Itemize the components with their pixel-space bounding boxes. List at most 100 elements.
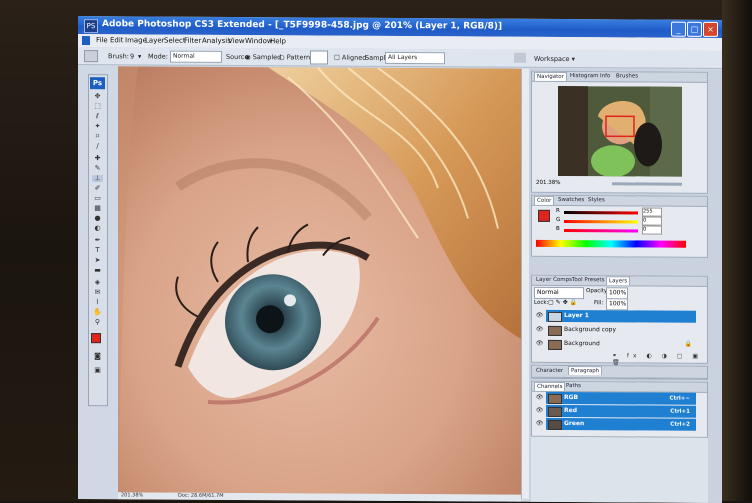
- layer-row[interactable]: Background 🔒: [546, 338, 696, 351]
- zoom-tool-icon[interactable]: ⚲: [92, 318, 103, 326]
- tab-color[interactable]: Color: [534, 195, 555, 205]
- shape-tool-icon[interactable]: ▬: [92, 266, 103, 274]
- visibility-eye-icon[interactable]: 👁: [535, 392, 544, 404]
- minimize-button[interactable]: _: [671, 21, 686, 37]
- menu-window[interactable]: Window: [245, 37, 273, 45]
- navigator-zoom-value[interactable]: 201.38%: [536, 180, 560, 186]
- channel-row[interactable]: Green Ctrl+2: [546, 417, 696, 431]
- visibility-eye-icon[interactable]: 👁: [535, 418, 544, 430]
- lasso-tool-icon[interactable]: ℓ: [92, 112, 103, 120]
- magic-wand-tool-icon[interactable]: ✦: [92, 122, 103, 130]
- lock-icons[interactable]: ▢✎✥🔒: [548, 299, 579, 306]
- aligned-checkbox[interactable]: ☐ Aligned: [334, 54, 366, 62]
- visibility-eye-icon[interactable]: 👁: [535, 310, 544, 322]
- brush-dropdown-icon[interactable]: ▾: [138, 52, 141, 60]
- history-brush-tool-icon[interactable]: ✐: [92, 184, 103, 192]
- dodge-tool-icon[interactable]: ◐: [92, 224, 103, 232]
- tab-layers[interactable]: Layers: [606, 276, 631, 286]
- color-spectrum-ramp[interactable]: [536, 239, 686, 248]
- menu-file[interactable]: File: [96, 36, 108, 44]
- move-tool-icon[interactable]: ✥: [92, 92, 103, 100]
- tab-swatches[interactable]: Swatches: [556, 197, 586, 203]
- eraser-tool-icon[interactable]: ▭: [92, 194, 103, 202]
- pen-tool-icon[interactable]: ✒: [92, 236, 103, 244]
- tab-paragraph[interactable]: Paragraph: [568, 366, 603, 376]
- notes-tool-icon[interactable]: ✉: [92, 288, 103, 296]
- menu-help[interactable]: Help: [270, 37, 286, 45]
- menu-view[interactable]: View: [228, 37, 245, 45]
- tab-tool-presets[interactable]: Tool Presets: [570, 277, 606, 283]
- tab-info[interactable]: Info: [598, 73, 612, 79]
- layer-row[interactable]: Layer 1: [546, 309, 696, 323]
- marquee-tool-icon[interactable]: ⬚: [92, 102, 103, 110]
- menu-analysis[interactable]: Analysis: [202, 37, 231, 45]
- r-slider[interactable]: [564, 211, 638, 215]
- status-doc-size[interactable]: Doc: 28.6M/61.7M: [178, 493, 224, 499]
- brush-tool-icon[interactable]: ✎: [92, 164, 103, 172]
- tab-paths[interactable]: Paths: [564, 383, 583, 389]
- navigator-zoom-slider[interactable]: [612, 182, 682, 186]
- pattern-swatch[interactable]: [310, 50, 328, 65]
- path-selection-tool-icon[interactable]: ➤: [92, 256, 103, 264]
- document-canvas[interactable]: [118, 66, 521, 495]
- screen-mode-icon[interactable]: ▣: [92, 366, 103, 374]
- clone-stamp-tool-icon[interactable]: ⊥: [92, 174, 103, 183]
- r-value[interactable]: 255: [642, 207, 662, 217]
- sampled-radio[interactable]: ◉ Sampled: [245, 53, 281, 61]
- menu-layer[interactable]: Layer: [145, 36, 165, 44]
- tab-histogram[interactable]: Histogram: [568, 73, 601, 79]
- channel-thumbnail: [548, 406, 562, 417]
- palette-well-icon[interactable]: [514, 52, 526, 63]
- visibility-eye-icon[interactable]: 👁: [535, 324, 544, 336]
- channel-row[interactable]: RGB Ctrl+~: [546, 391, 696, 405]
- g-value[interactable]: 0: [642, 216, 662, 226]
- hand-tool-icon[interactable]: ✋: [92, 308, 103, 316]
- menu-select[interactable]: Select: [164, 37, 186, 45]
- clone-stamp-tool-icon[interactable]: [84, 50, 98, 63]
- lock-icon: 🔒: [684, 340, 692, 348]
- crop-tool-icon[interactable]: ⌗: [92, 132, 103, 140]
- tab-styles[interactable]: Styles: [586, 197, 607, 203]
- fill-value[interactable]: 100%: [606, 298, 628, 311]
- status-zoom[interactable]: 201.38%: [121, 492, 143, 498]
- channel-shortcut: Ctrl+2: [670, 421, 690, 428]
- color-foreground-swatch[interactable]: [538, 209, 550, 222]
- close-button[interactable]: ×: [703, 21, 718, 37]
- channel-row[interactable]: Red Ctrl+1: [546, 404, 696, 418]
- mode-select[interactable]: Normal: [170, 50, 222, 63]
- tab-channels[interactable]: Channels: [534, 381, 566, 392]
- menu-edit[interactable]: Edit: [110, 36, 124, 44]
- brush-size[interactable]: 9: [130, 52, 134, 60]
- g-slider[interactable]: [564, 220, 638, 224]
- 3d-tool-icon[interactable]: ◈: [92, 278, 103, 286]
- visibility-eye-icon[interactable]: 👁: [535, 405, 544, 417]
- tab-navigator[interactable]: Navigator: [534, 71, 567, 82]
- sample-select[interactable]: All Layers: [385, 51, 445, 65]
- tab-character[interactable]: Character: [534, 368, 565, 374]
- menu-filter[interactable]: Filter: [184, 37, 201, 45]
- eyedropper-tool-icon[interactable]: ⌇: [92, 298, 103, 306]
- layer-row[interactable]: Background copy: [546, 324, 696, 337]
- tab-layer-comps[interactable]: Layer Comps: [534, 277, 574, 283]
- b-value[interactable]: 0: [642, 225, 662, 235]
- pattern-radio[interactable]: ○ Pattern:: [279, 53, 312, 61]
- blur-tool-icon[interactable]: ●: [92, 214, 103, 222]
- mode-label: Mode:: [148, 52, 168, 61]
- quick-mask-icon[interactable]: ◙: [92, 352, 103, 360]
- blend-mode-select[interactable]: Normal: [534, 286, 584, 300]
- ps-menu-icon[interactable]: [82, 36, 90, 46]
- gradient-tool-icon[interactable]: ▦: [92, 204, 103, 212]
- tab-brushes[interactable]: Brushes: [614, 73, 640, 79]
- visibility-eye-icon[interactable]: 👁: [535, 338, 544, 350]
- type-tool-icon[interactable]: T: [92, 246, 103, 254]
- foreground-color-swatch[interactable]: [91, 333, 101, 344]
- photoshop-app-icon[interactable]: PS: [84, 19, 98, 34]
- maximize-button[interactable]: □: [687, 21, 702, 37]
- slice-tool-icon[interactable]: ∕: [92, 142, 103, 150]
- navigator-preview[interactable]: [558, 85, 682, 177]
- b-slider[interactable]: [564, 229, 638, 233]
- menu-image[interactable]: Image: [125, 36, 147, 44]
- healing-brush-tool-icon[interactable]: ✚: [92, 154, 103, 162]
- workspace-menu[interactable]: Workspace ▾: [534, 55, 575, 63]
- photo-closeup-eye: [118, 66, 521, 495]
